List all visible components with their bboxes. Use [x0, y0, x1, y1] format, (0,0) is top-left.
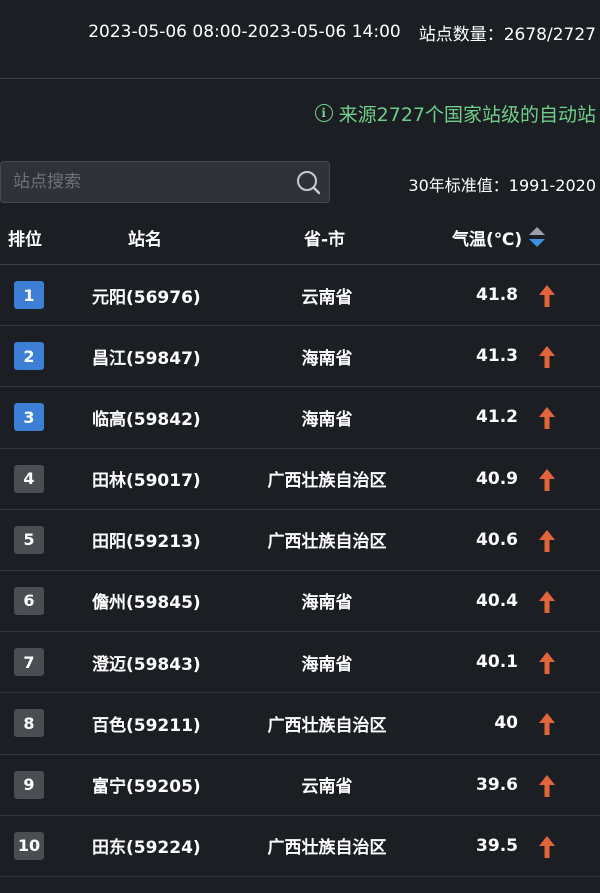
trend-up-icon	[539, 346, 555, 369]
rank-badge: 7	[14, 648, 44, 677]
station-name: 澄迈(59843)	[92, 654, 201, 675]
trend-up-icon	[539, 652, 555, 675]
column-header-rank[interactable]: 排位	[8, 212, 42, 262]
station-province: 广西壮族自治区	[267, 838, 387, 859]
rank-badge: 2	[14, 342, 44, 371]
trend-up-icon	[539, 285, 555, 307]
table-row[interactable]: 6 儋州(59845) 海南省 40.4	[0, 571, 600, 633]
info-icon: i	[314, 104, 333, 122]
search-icon[interactable]	[295, 169, 321, 195]
trend-up-icon	[539, 835, 555, 858]
station-count: 站点数量：2678/2727	[419, 20, 596, 45]
rank-badge: 3	[14, 403, 44, 432]
station-name: 富宁(59205)	[92, 777, 201, 797]
station-province: 广西壮族自治区	[267, 471, 387, 492]
trend-up-icon	[539, 774, 555, 797]
table-row[interactable]: 9 富宁(59205) 云南省 39.6	[0, 755, 600, 816]
rank-badge: 10	[14, 831, 44, 860]
trend-up-icon	[539, 407, 555, 430]
rank-badge: 9	[14, 770, 44, 799]
table-row[interactable]: 8 百色(59211) 广西壮族自治区 40	[0, 693, 600, 755]
top-divider	[0, 78, 600, 79]
station-name: 田东(59224)	[92, 838, 201, 859]
station-temperature: 40.1	[476, 652, 518, 673]
station-temperature: 40.4	[476, 590, 518, 611]
table-header: 排位 站名 省-市 气温(℃)	[0, 212, 600, 262]
rank-badge: 8	[14, 709, 44, 738]
station-temperature: 39.5	[476, 835, 518, 856]
normal-period-label: 30年标准值：1991-2020	[408, 176, 596, 195]
sort-icon[interactable]	[526, 223, 548, 251]
station-name: 田林(59017)	[92, 471, 201, 492]
station-name: 临高(59842)	[92, 409, 201, 430]
table-row[interactable]: 10 田东(59224) 广西壮族自治区 39.5	[0, 816, 600, 877]
station-temperature: 41.3	[476, 346, 518, 367]
table-row[interactable]: 4 田林(59017) 广西壮族自治区 40.9	[0, 449, 600, 510]
station-temperature: 40.9	[476, 468, 518, 489]
table-row[interactable]: 1 元阳(56976) 云南省 41.8	[0, 265, 600, 327]
station-temperature: 39.6	[476, 774, 518, 795]
station-name: 田阳(59213)	[92, 532, 201, 553]
station-temperature: 40	[494, 713, 518, 734]
station-temperature: 41.2	[476, 407, 518, 428]
station-province: 海南省	[301, 654, 353, 675]
station-province: 广西壮族自治区	[267, 715, 387, 736]
station-province: 海南省	[301, 593, 353, 614]
column-header-temp[interactable]: 气温(℃)	[452, 212, 548, 262]
trend-up-icon	[539, 590, 555, 613]
station-count-value: 2678/2727	[503, 24, 596, 45]
trend-up-icon	[539, 529, 555, 552]
source-note: i 来源2727个国家站级的自动站	[314, 98, 596, 128]
top-bar: 2023-05-06 08:00-2023-05-06 14:00 站点数量：2…	[0, 0, 600, 64]
column-header-temp-label: 气温(℃)	[452, 229, 523, 250]
station-name: 元阳(56976)	[92, 287, 201, 308]
table-row[interactable]: 2 昌江(59847) 海南省 41.3	[0, 326, 600, 388]
ranking-panel: 2023-05-06 08:00-2023-05-06 14:00 站点数量：2…	[0, 0, 600, 893]
column-header-name[interactable]: 站名	[128, 212, 162, 262]
station-name: 儋州(59845)	[92, 593, 201, 614]
rank-badge: 4	[14, 464, 44, 493]
time-range: 2023-05-06 08:00-2023-05-06 14:00	[88, 22, 401, 42]
station-temperature: 41.8	[476, 285, 518, 305]
search-box[interactable]	[0, 161, 330, 203]
table-row[interactable]: 7 澄迈(59843) 海南省 40.1	[0, 632, 600, 694]
station-name: 百色(59211)	[92, 715, 201, 736]
search-input[interactable]	[1, 162, 281, 202]
trend-up-icon	[539, 468, 555, 491]
table-row[interactable]: 5 田阳(59213) 广西壮族自治区 40.6	[0, 510, 600, 571]
station-province: 云南省	[301, 777, 353, 797]
station-name: 昌江(59847)	[92, 348, 201, 369]
table-row[interactable]: 3 临高(59842) 海南省 41.2	[0, 387, 600, 449]
station-province: 广西壮族自治区	[267, 532, 387, 553]
rank-badge: 5	[14, 525, 44, 554]
rank-badge: 6	[14, 586, 44, 615]
station-province: 云南省	[301, 287, 353, 308]
column-header-province[interactable]: 省-市	[304, 212, 345, 262]
ranking-table-body: 1 元阳(56976) 云南省 41.8 2 昌江(59847) 海南省 41.…	[0, 265, 600, 877]
station-count-label: 站点数量：	[418, 24, 504, 45]
source-note-text: 来源2727个国家站级的自动站	[338, 103, 596, 126]
station-province: 海南省	[301, 348, 353, 369]
station-temperature: 40.6	[476, 529, 518, 550]
station-province: 海南省	[301, 409, 353, 430]
trend-up-icon	[539, 713, 555, 736]
rank-badge: 1	[14, 281, 44, 309]
